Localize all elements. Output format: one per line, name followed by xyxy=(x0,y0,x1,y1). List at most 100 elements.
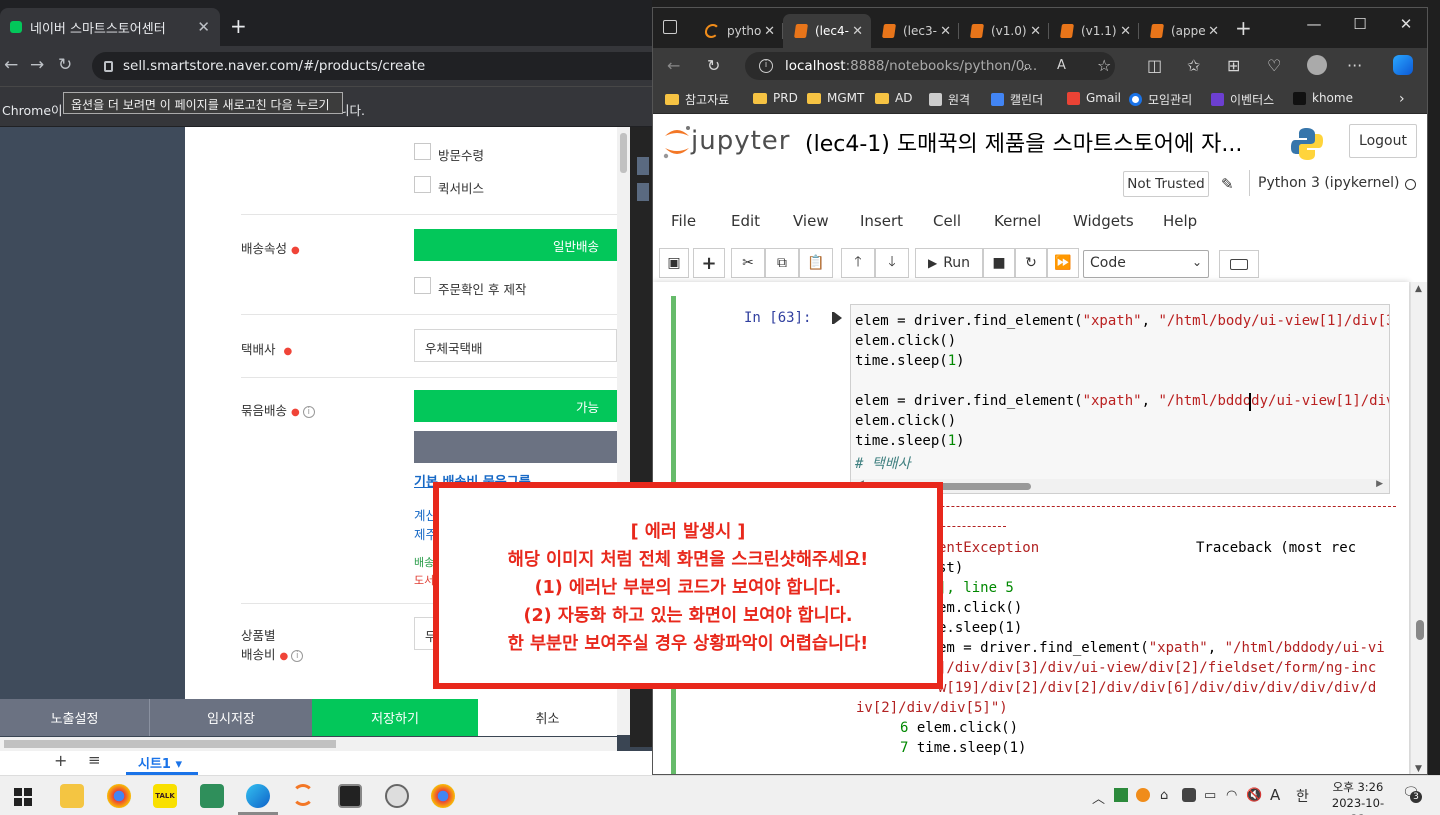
tab-lec4[interactable]: (lec4- ✕ xyxy=(783,14,871,48)
bookmark-khome[interactable]: khome xyxy=(1293,91,1353,105)
checkbox-after-order[interactable] xyxy=(414,277,431,294)
chrome-icon[interactable] xyxy=(107,784,131,808)
performance-icon[interactable]: ♡ xyxy=(1267,56,1281,75)
tray-chevron-icon[interactable]: ︿ xyxy=(1092,788,1105,807)
bookmark-calendar[interactable]: 캘린더 xyxy=(991,91,1043,108)
move-up-icon[interactable]: 🡑 xyxy=(841,248,875,278)
favorites-icon[interactable]: ✩ xyxy=(1187,56,1200,75)
tab-actions-icon[interactable] xyxy=(663,20,677,34)
bookmark-meeting[interactable]: 모임관리 xyxy=(1129,91,1192,108)
site-info-icon[interactable]: i xyxy=(759,59,773,73)
tab-appe[interactable]: (appe ✕ xyxy=(1139,14,1227,48)
stop-icon[interactable]: ■ xyxy=(983,248,1015,278)
new-tab-button[interactable]: + xyxy=(1235,16,1252,40)
menu-kernel[interactable]: Kernel xyxy=(994,212,1041,230)
bookmark-remote[interactable]: 원격 xyxy=(929,91,970,108)
tray-app-icon[interactable] xyxy=(1114,788,1128,802)
devtools-icon[interactable] xyxy=(637,157,649,175)
cancel-button[interactable]: 취소 xyxy=(478,699,617,736)
shipping-attr-select[interactable]: 일반배송 xyxy=(414,229,617,261)
courier-select[interactable]: 우체국택배 xyxy=(414,329,617,362)
cell-type-select[interactable]: Code ⌄ xyxy=(1083,250,1209,278)
menu-insert[interactable]: Insert xyxy=(860,212,903,230)
insert-cell-icon[interactable]: + xyxy=(693,248,725,278)
not-trusted-button[interactable]: Not Trusted xyxy=(1123,171,1209,197)
expose-settings-button[interactable]: 노출설정 xyxy=(0,699,150,736)
bundle-select[interactable]: 가능 xyxy=(414,390,617,422)
zoom-icon[interactable]: ⌕ xyxy=(1023,56,1032,76)
jupyter-app-icon[interactable] xyxy=(292,784,314,806)
bookmarks-overflow-icon[interactable]: › xyxy=(1399,91,1405,107)
wifi-icon[interactable]: ◠ xyxy=(1226,788,1237,803)
notebook-scrollbar[interactable]: ▲ ▼ xyxy=(1411,282,1427,774)
add-sheet-icon[interactable]: + xyxy=(54,751,67,770)
menu-file[interactable]: File xyxy=(671,212,696,230)
notebook-title[interactable]: (lec4-1) 도매꾹의 제품을 스마트스토어에 자... xyxy=(805,126,1275,158)
close-window-icon[interactable]: ✕ xyxy=(1383,8,1427,42)
checkbox-quick[interactable] xyxy=(414,176,431,193)
profile-avatar[interactable] xyxy=(1307,55,1327,75)
address-bar[interactable]: sell.smartstore.naver.com/#/products/cre… xyxy=(92,52,652,80)
tray-app-icon[interactable] xyxy=(1136,788,1150,802)
chrome-icon[interactable] xyxy=(431,784,455,808)
fast-forward-icon[interactable]: ⏩ xyxy=(1047,248,1079,278)
save-button[interactable]: 저장하기 xyxy=(312,699,478,736)
file-explorer-icon[interactable] xyxy=(60,784,84,808)
battery-icon[interactable]: ▭ xyxy=(1204,788,1216,803)
copilot-icon[interactable] xyxy=(1393,55,1413,75)
terminal-app-icon[interactable] xyxy=(200,784,224,808)
windows-start-icon[interactable] xyxy=(14,788,32,806)
edge-icon[interactable] xyxy=(246,784,270,808)
checkbox-visit[interactable] xyxy=(414,143,431,160)
devtools-icon[interactable] xyxy=(637,183,649,201)
ime-indicator[interactable]: 한 xyxy=(1296,786,1309,806)
pencil-icon[interactable]: ✎ xyxy=(1221,175,1234,193)
bookmark-prd[interactable]: PRD xyxy=(753,91,798,105)
minimize-icon[interactable]: — xyxy=(1291,8,1337,42)
copy-icon[interactable]: ⧉ xyxy=(765,248,799,278)
bookmark-gmail[interactable]: Gmail xyxy=(1067,91,1121,105)
menu-cell[interactable]: Cell xyxy=(933,212,961,230)
run-button[interactable]: ▶ Run xyxy=(915,248,983,278)
info-icon[interactable]: i xyxy=(291,649,304,662)
sheet-list-icon[interactable]: ≡ xyxy=(88,751,101,769)
maximize-icon[interactable]: ☐ xyxy=(1337,8,1383,42)
cut-icon[interactable]: ✂ xyxy=(731,248,765,278)
clock-app-icon[interactable] xyxy=(385,784,409,808)
volume-icon[interactable]: 🔇 xyxy=(1246,788,1262,803)
read-aloud-icon[interactable]: A xyxy=(1057,58,1066,73)
menu-edit[interactable]: Edit xyxy=(731,212,760,230)
bookmark-ref[interactable]: 참고자료 xyxy=(665,91,729,108)
favorite-star-icon[interactable]: ☆ xyxy=(1097,56,1111,75)
scrollbar-thumb[interactable] xyxy=(620,133,627,173)
console-icon[interactable] xyxy=(338,784,362,808)
usb-icon[interactable]: ⌂ xyxy=(1160,788,1168,803)
close-tab-icon[interactable]: ✕ xyxy=(197,18,210,36)
scrollbar-thumb[interactable] xyxy=(4,740,336,748)
tray-app-icon[interactable] xyxy=(1182,788,1196,802)
new-tab-button[interactable]: + xyxy=(230,14,247,38)
paste-icon[interactable]: 📋 xyxy=(799,248,833,278)
back-arrow-icon[interactable]: ← xyxy=(667,56,680,75)
notification-icon[interactable]: 🗨3 xyxy=(1402,785,1422,803)
bundle-group-bar[interactable] xyxy=(414,431,617,463)
menu-widgets[interactable]: Widgets xyxy=(1073,212,1134,230)
bookmark-mgmt[interactable]: MGMT xyxy=(807,91,864,105)
forward-arrow-icon[interactable]: → xyxy=(30,55,44,75)
tab-v10[interactable]: (v1.0) ✕ xyxy=(959,14,1049,48)
tab-lec3[interactable]: (lec3- ✕ xyxy=(871,14,959,48)
horizontal-scrollbar[interactable] xyxy=(0,737,617,751)
reload-icon[interactable]: ↻ xyxy=(707,56,720,75)
info-icon[interactable]: i xyxy=(302,405,315,418)
move-down-icon[interactable]: 🡓 xyxy=(875,248,909,278)
run-cell-icon[interactable] xyxy=(834,312,842,324)
code-editor[interactable]: elem = driver.find_element("xpath", "/ht… xyxy=(850,304,1390,494)
collections-icon[interactable]: ⊞ xyxy=(1227,56,1240,75)
save-icon[interactable]: ▣ xyxy=(659,248,689,278)
sheet-tab[interactable]: 시트1 ▾ xyxy=(126,751,198,775)
scrollbar-thumb[interactable] xyxy=(1416,620,1424,640)
tab-python[interactable]: pytho ✕ xyxy=(693,14,783,48)
menu-help[interactable]: Help xyxy=(1163,212,1197,230)
jupyter-brand[interactable]: jupyter xyxy=(691,126,790,156)
menu-view[interactable]: View xyxy=(793,212,829,230)
